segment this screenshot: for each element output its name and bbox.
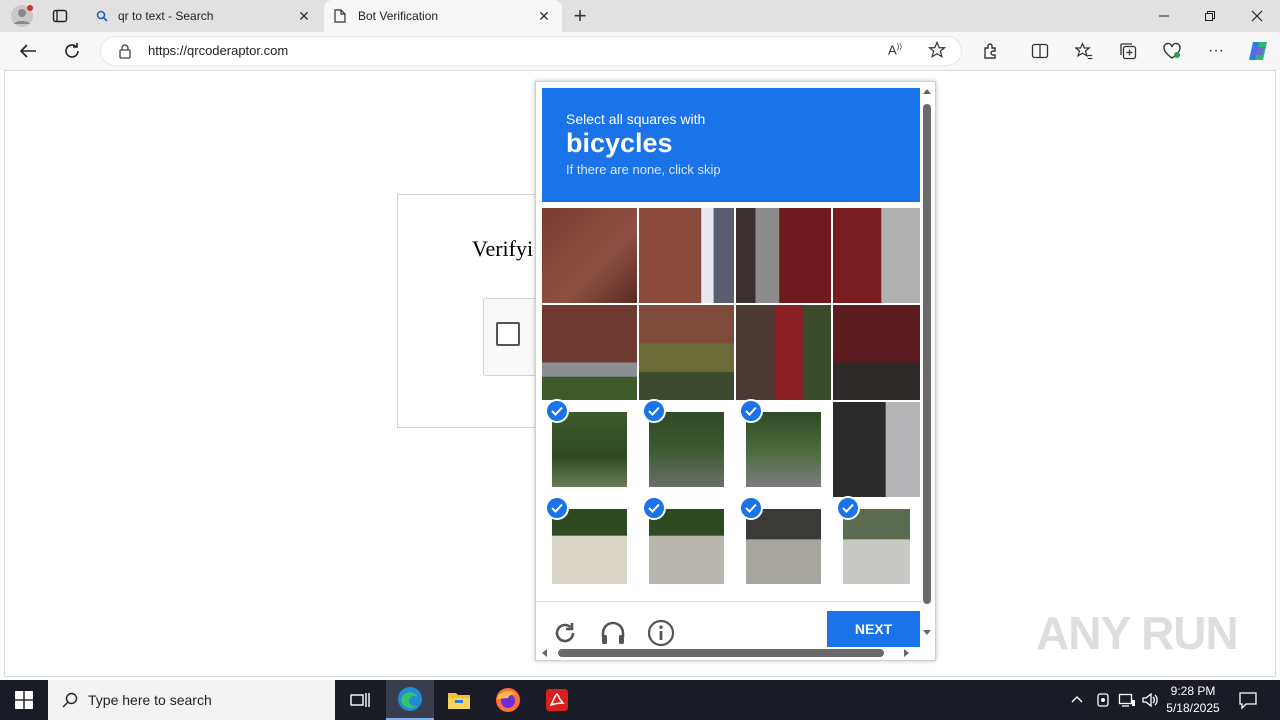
captcha-tile[interactable]: [639, 305, 734, 400]
notifications-icon[interactable]: [1238, 690, 1258, 710]
selected-check-icon: [545, 399, 569, 423]
system-clock[interactable]: 9:28 PM 5/18/2025: [1160, 683, 1226, 717]
collections-icon[interactable]: [1114, 37, 1142, 65]
search-icon: [62, 692, 78, 708]
tile-image: [552, 412, 627, 487]
start-icon[interactable]: [0, 680, 48, 720]
file-explorer-icon[interactable]: [435, 680, 483, 720]
favorite-star-icon[interactable]: [928, 41, 946, 59]
tile-image: [736, 208, 831, 303]
selected-check-icon: [545, 496, 569, 520]
captcha-tile[interactable]: [736, 305, 831, 400]
captcha-tile[interactable]: [542, 208, 637, 303]
network-icon[interactable]: [1118, 692, 1136, 708]
reload-icon[interactable]: [552, 620, 578, 646]
search-placeholder: Type here to search: [88, 692, 212, 708]
tab-title: Bot Verification: [358, 9, 439, 23]
tile-image: [833, 402, 920, 497]
tile-image: [649, 412, 724, 487]
show-hidden-icons[interactable]: [1070, 692, 1084, 706]
verify-heading: Verifyi: [472, 236, 534, 261]
tile-image: [746, 412, 821, 487]
captcha-footer-divider: [535, 601, 922, 602]
profile-icon[interactable]: [8, 2, 36, 30]
captcha-skip-hint: If there are none, click skip: [566, 162, 721, 177]
extensions-icon[interactable]: [977, 37, 1005, 65]
horizontal-scrollbar[interactable]: [540, 647, 915, 659]
tab-actions-icon[interactable]: [46, 2, 74, 30]
copilot-icon[interactable]: [1244, 37, 1272, 65]
captcha-tile[interactable]: [833, 208, 920, 303]
tile-image: [843, 509, 910, 584]
captcha-tile[interactable]: [639, 208, 734, 303]
split-screen-icon[interactable]: [1026, 37, 1054, 65]
captcha-tile[interactable]: [833, 402, 920, 497]
captcha-tile[interactable]: [542, 305, 637, 400]
tile-image: [833, 208, 920, 303]
firefox-icon[interactable]: [484, 680, 532, 720]
close-tab-icon[interactable]: ✕: [536, 8, 552, 25]
selected-check-icon: [739, 496, 763, 520]
vertical-scrollbar[interactable]: [922, 88, 932, 638]
anyrun-watermark: ANY RUN: [1036, 607, 1239, 659]
edge-taskbar-icon[interactable]: [386, 680, 434, 720]
tile-image: [639, 305, 734, 400]
tile-image: [639, 208, 734, 303]
clock-time: 9:28 PM: [1170, 684, 1216, 698]
selected-check-icon: [836, 496, 860, 520]
tab-bot-verification[interactable]: Bot Verification ✕: [324, 0, 562, 32]
tile-image: [542, 305, 637, 400]
new-tab-button[interactable]: +: [566, 2, 594, 30]
close-tab-icon[interactable]: ✕: [296, 8, 312, 25]
close-window-icon[interactable]: [1243, 2, 1271, 30]
captcha-instruction: Select all squares with: [566, 111, 706, 127]
tile-image: [746, 509, 821, 584]
page-icon: [334, 9, 358, 23]
tile-image: [552, 509, 627, 584]
address-bar[interactable]: https://qrcoderaptor.com A)): [100, 36, 962, 66]
volume-icon[interactable]: [1141, 691, 1159, 709]
tile-image: [542, 208, 637, 303]
minimize-icon[interactable]: [1150, 2, 1178, 30]
browser-essentials-icon[interactable]: [1158, 37, 1186, 65]
search-icon: [96, 10, 118, 22]
tile-image: [833, 305, 920, 400]
tile-image: [736, 305, 831, 400]
tile-image: [649, 509, 724, 584]
taskbar-search[interactable]: Type here to search: [48, 680, 335, 720]
back-icon[interactable]: [14, 37, 42, 65]
selected-check-icon: [642, 496, 666, 520]
tab-title: qr to text - Search: [118, 9, 214, 23]
device-icon[interactable]: [1095, 692, 1111, 708]
refresh-icon[interactable]: [58, 37, 86, 65]
restore-icon[interactable]: [1196, 2, 1224, 30]
task-view-icon[interactable]: [336, 680, 384, 720]
read-aloud-icon[interactable]: A)): [888, 42, 902, 57]
captcha-target: bicycles: [566, 128, 673, 158]
selected-check-icon: [642, 399, 666, 423]
more-options-icon[interactable]: ···: [1202, 37, 1230, 65]
acrobat-icon[interactable]: [533, 680, 581, 720]
audio-challenge-icon[interactable]: [599, 619, 627, 647]
robot-checkbox[interactable]: [496, 322, 520, 346]
lock-icon[interactable]: [118, 43, 132, 59]
info-icon[interactable]: [647, 619, 675, 647]
url-text[interactable]: https://qrcoderaptor.com: [148, 43, 288, 58]
tab-search[interactable]: qr to text - Search ✕: [86, 0, 322, 32]
selected-check-icon: [739, 399, 763, 423]
captcha-tile[interactable]: [833, 305, 920, 400]
captcha-tile[interactable]: [736, 208, 831, 303]
next-button[interactable]: NEXT: [827, 611, 920, 647]
clock-date: 5/18/2025: [1166, 701, 1220, 715]
favorites-icon[interactable]: [1070, 37, 1098, 65]
